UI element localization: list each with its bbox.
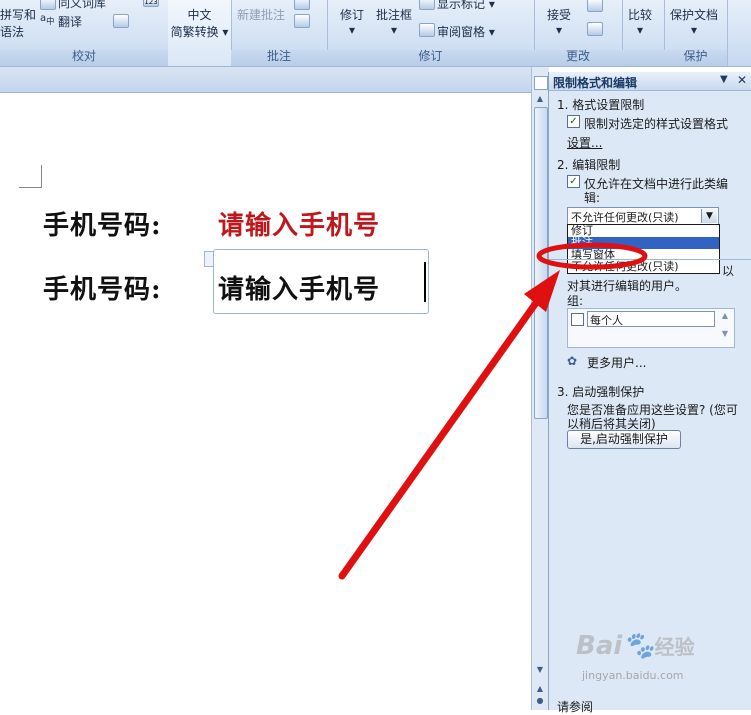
watermark-brand: Bai🐾经验 [576,631,695,661]
arrow-shaft [338,296,542,580]
arrow-head-icon [524,270,560,312]
paw-icon: 🐾 [622,631,655,661]
red-annotation-overlay [338,242,648,580]
watermark-brand-text-2: 经验 [654,635,695,659]
watermark-url: jingyan.baidu.com [582,669,684,682]
watermark-brand-text: Bai [576,631,623,661]
highlight-ellipse [536,242,648,270]
